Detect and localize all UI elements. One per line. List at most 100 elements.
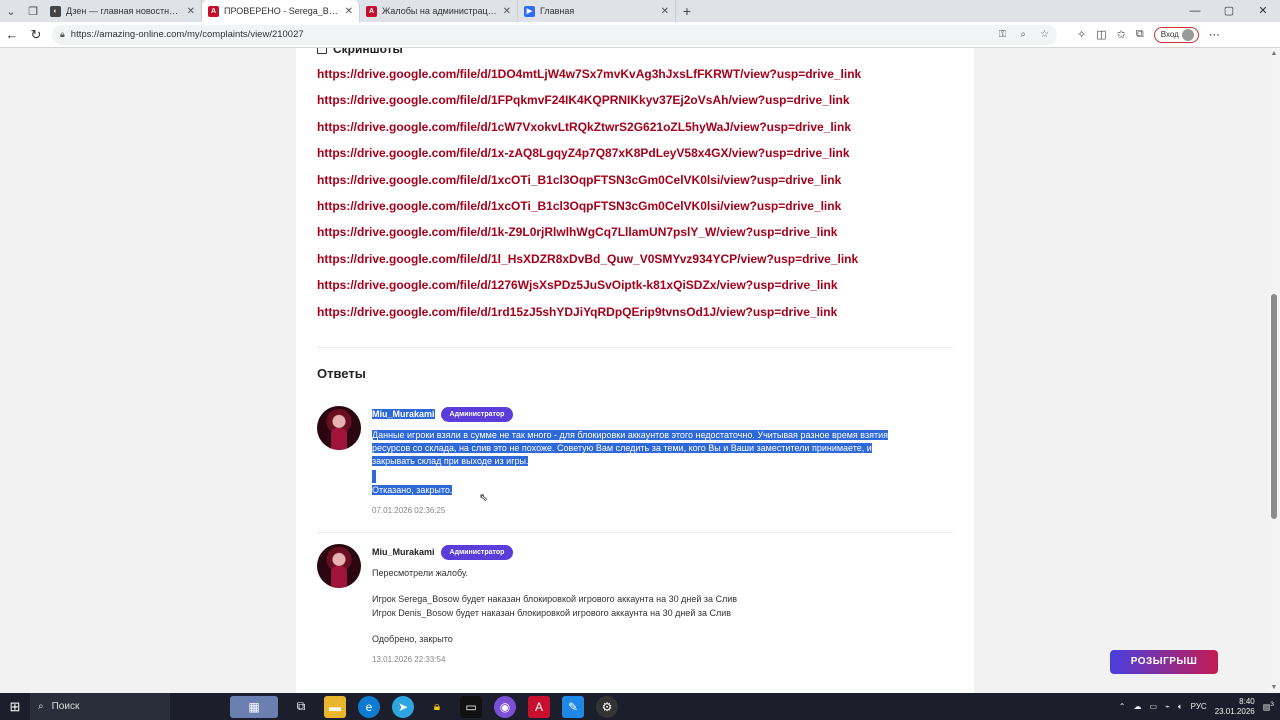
screenshot-link[interactable]: https://drive.google.com/file/d/1FPqkmvF… (317, 92, 861, 118)
url-field[interactable]: 🔒︎ https://amazing-online.com/my/complai… (52, 24, 1057, 45)
role-badge: Администратор (440, 406, 514, 422)
windows-start-icon[interactable]: ⊞ (0, 699, 30, 715)
language-indicator[interactable]: РУС (1191, 702, 1207, 711)
screenshot-link[interactable]: https://drive.google.com/file/d/1xcOTi_B… (317, 172, 861, 198)
terminal-icon[interactable]: ▭ (460, 695, 482, 718)
scroll-down-icon[interactable]: ▼ (1268, 684, 1280, 691)
answer-divider (317, 532, 953, 533)
avatar[interactable] (317, 544, 361, 588)
volume-icon[interactable]: 🔈︎ (1178, 702, 1183, 712)
window-controls: — ▢ ✕ (1178, 0, 1280, 22)
address-bar: ← ↻ 🔒︎ https://amazing-online.com/my/com… (0, 22, 1280, 48)
browser-tab[interactable]: A Жалобы на администрацию - А ✕ (360, 0, 518, 22)
profile-avatar-icon (1181, 28, 1194, 41)
screenshot-link[interactable]: https://drive.google.com/file/d/1cW7Vxok… (317, 119, 861, 145)
answer-text-line: Игрок Serega_Bosow будет наказан блокиро… (372, 594, 738, 605)
extensions-icon[interactable]: ✧ (1077, 28, 1086, 41)
browser-tab[interactable]: ▶ Главная ✕ (518, 0, 676, 22)
page-viewport: Скриншоты https://drive.google.com/file/… (0, 48, 1280, 693)
taskbar-search[interactable]: ⌕ Поиск (30, 693, 170, 720)
screenshot-link[interactable]: https://drive.google.com/file/d/1DO4mtLj… (317, 66, 861, 92)
role-badge: Администратор (440, 544, 514, 560)
browser-tabbar: ⌄ ❐ ◐ Дзен — главная новостная инф ✕ A ПРОВЕ… (0, 0, 1280, 22)
file-explorer-icon[interactable]: ▬ (324, 695, 346, 718)
system-tray: ⌃ ☁ ▭ ⌁ 🔈︎ РУС 8:40 23.01.2026 ▤3 (1119, 693, 1274, 720)
more-menu-icon[interactable]: ⋯ (1209, 28, 1220, 41)
answer-text: Пересмотрели жалобу. Игрок Serega_Bosow б… (372, 567, 952, 646)
tab-favicon-icon: ▶ (524, 5, 535, 17)
close-tab-icon[interactable]: ✕ (661, 6, 669, 17)
close-tab-icon[interactable]: ✕ (503, 6, 511, 17)
browser-tab[interactable]: A ПРОВЕРЕНО - Serega_Bosow, De ✕ (202, 0, 360, 22)
tray-expand-icon[interactable]: ⌃ (1119, 702, 1126, 711)
clock[interactable]: 8:40 23.01.2026 (1215, 697, 1255, 717)
favorite-star-icon[interactable]: ☆ (1040, 29, 1049, 40)
screenshot-link[interactable]: https://drive.google.com/file/d/1276WjsX… (317, 277, 861, 303)
minimize-icon[interactable]: — (1178, 0, 1212, 22)
answer-date: 13.01.2026 22:33:54 (372, 655, 446, 665)
clock-date: 23.01.2026 (1214, 706, 1255, 716)
notifications-icon[interactable]: ▤3 (1263, 701, 1274, 712)
answer-text-line: Отказано, закрыто. (372, 484, 453, 495)
workspaces-icon[interactable]: ❐ (22, 0, 44, 22)
cloud-icon[interactable]: ☁ (1133, 702, 1141, 711)
blank-line (372, 469, 376, 483)
close-window-icon[interactable]: ✕ (1246, 0, 1280, 22)
tab-title: Жалобы на администрацию - А (382, 6, 498, 16)
telegram-icon[interactable]: ➤ (392, 695, 414, 718)
scroll-up-icon[interactable]: ▲ (1268, 50, 1280, 57)
usb-icon[interactable]: ▭ (1149, 702, 1157, 711)
paint-icon[interactable]: ✎ (562, 695, 584, 718)
browser-tab[interactable]: ◐ Дзен — главная новостная инф ✕ (44, 0, 202, 22)
answer-text-line: Пересмотрели жалобу. (372, 568, 469, 578)
notification-count: 3 (1270, 701, 1274, 709)
giveaway-button[interactable]: РОЗЫГРЫШ (1110, 650, 1218, 674)
login-label: Вход (1160, 30, 1179, 39)
task-view-icon[interactable]: ⧉ (290, 696, 312, 718)
lock-app-icon[interactable]: 🔒︎ (426, 696, 448, 718)
search-icon: ⌕ (38, 701, 44, 712)
news-widget-icon[interactable]: ▦ (230, 695, 278, 718)
screenshot-link[interactable]: https://drive.google.com/file/d/1k-Z9L0r… (317, 224, 861, 250)
answer-text-line: Данные игроки взяли в сумме не так много… (372, 430, 889, 440)
page-scrollbar[interactable]: ▲ ▼ (1268, 48, 1280, 693)
screenshot-links: https://drive.google.com/file/d/1DO4mtLj… (317, 66, 861, 330)
answer-author[interactable]: Miu_Murakami (372, 547, 435, 557)
login-button[interactable]: Вход (1153, 26, 1199, 43)
screenshot-link[interactable]: https://drive.google.com/file/d/1xcOTi_B… (317, 198, 861, 224)
tab-menu-icon[interactable]: ⌄ (0, 0, 22, 22)
refresh-icon[interactable]: ↻ (24, 27, 48, 43)
tab-title: ПРОВЕРЕНО - Serega_Bosow, De (224, 6, 340, 16)
lock-icon: 🔒︎ (60, 29, 65, 39)
zoom-icon[interactable]: ⌕ (1020, 29, 1026, 40)
steam-icon[interactable]: ⚙ (596, 695, 618, 718)
screenshot-link[interactable]: https://drive.google.com/file/d/1rd15zJ5… (317, 304, 861, 330)
screenshot-link[interactable]: https://drive.google.com/file/d/1l_HsXDZ… (317, 251, 861, 277)
tab-title: Дзен — главная новостная инф (66, 6, 182, 16)
close-tab-icon[interactable]: ✕ (187, 6, 195, 17)
answers-heading: Ответы (317, 366, 366, 381)
split-screen-icon[interactable]: ◫ (1096, 28, 1106, 41)
edge-browser-icon[interactable]: e (358, 695, 380, 718)
network-icon[interactable]: ⌁ (1165, 702, 1170, 711)
answer-text-line: ресурсов со склада, на слив это не похож… (372, 443, 872, 454)
back-icon[interactable]: ← (0, 27, 24, 42)
avatar[interactable] (317, 406, 361, 450)
answer-author[interactable]: Miu_Murakami (372, 409, 435, 419)
tab-favicon-icon: A (208, 5, 219, 17)
discord-icon[interactable]: ◉ (494, 695, 516, 718)
complaint-card: Скриншоты https://drive.google.com/file/… (296, 48, 974, 693)
scrollbar-thumb[interactable] (1271, 294, 1277, 519)
key-icon[interactable]: ⚿ (999, 29, 1007, 40)
close-tab-icon[interactable]: ✕ (345, 6, 353, 17)
taskbar-search-label: Поиск (51, 701, 80, 712)
maximize-icon[interactable]: ▢ (1212, 0, 1246, 22)
favorites-icon[interactable]: ✩ (1117, 28, 1126, 41)
answer-text-line: закрывать склад при выходе из игры. (372, 456, 529, 467)
new-tab-button[interactable]: + (676, 3, 698, 19)
screenshot-link[interactable]: https://drive.google.com/file/d/1x-zAQ8L… (317, 145, 861, 171)
game-launcher-icon[interactable]: A (528, 695, 550, 718)
os-taskbar: ⊞ ⌕ Поиск ▦ ⧉ ▬ e ➤ 🔒︎ ▭ ◉ A ✎ ⚙ ⌃ ☁ ▭ ⌁… (0, 693, 1280, 720)
collections-icon[interactable]: ⧉ (1136, 28, 1144, 41)
